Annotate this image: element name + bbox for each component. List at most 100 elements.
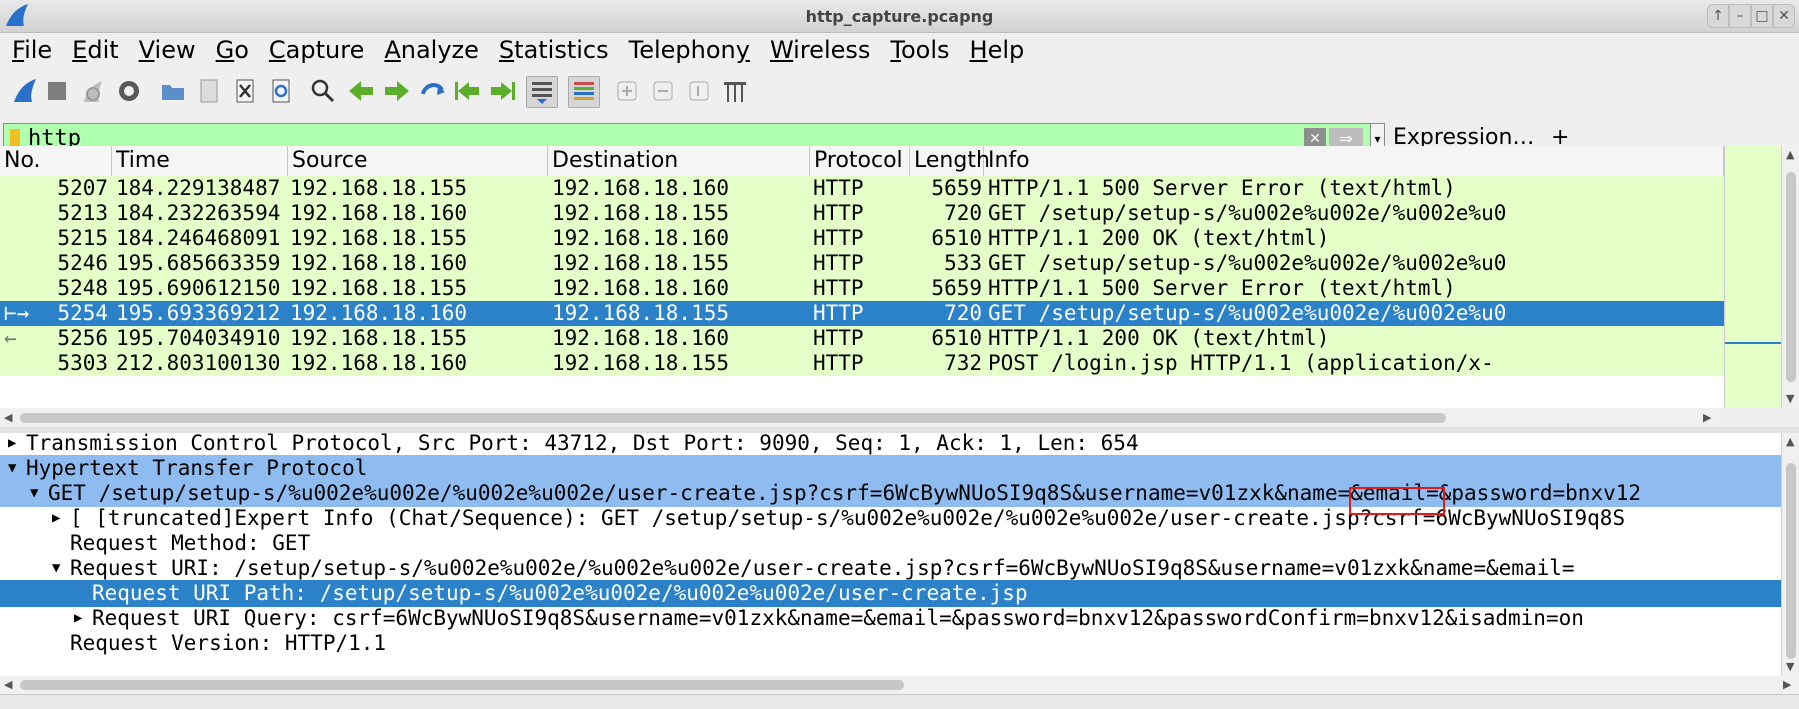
packet-row[interactable]: 5215 184.246468091 192.168.18.155 192.168.1… [0,226,1724,251]
go-back-arrow-icon[interactable] [346,76,376,106]
scroll-thumb[interactable] [1786,463,1796,659]
find-magnifier-icon[interactable] [308,76,338,106]
column-header-source[interactable]: Source [288,146,548,176]
packet-row[interactable]: 5248 195.690612150 192.168.18.155 192.168.1… [0,276,1724,301]
packet-cell-no: 5213 [57,201,108,225]
packet-cell-proto: HTTP [813,276,864,300]
detail-tree-item[interactable]: Request URI Path: /setup/setup-s/%u002e%… [0,580,1781,607]
column-header-time[interactable]: Time [112,146,288,176]
go-to-packet-icon[interactable] [418,76,448,106]
column-header-protocol[interactable]: Protocol [810,146,910,176]
window-close-icon[interactable]: ✕ [1773,4,1795,28]
column-header-destination[interactable]: Destination [548,146,810,176]
detail-tree-item[interactable]: ▶ Request URI Query: csrf=6WcBywNUoSI9q8S… [0,605,1781,632]
menu-analyze[interactable]: Analyze [372,32,487,68]
detail-tree-item[interactable]: ▼ GET /setup/setup-s/%u002e%u002e/%u002e%… [0,480,1781,507]
packet-details-tree: ▶ Transmission Control Protocol, Src Port… [0,433,1781,676]
scroll-thumb[interactable] [20,413,1446,423]
window-minimize-icon[interactable]: – [1729,4,1751,28]
menu-capture[interactable]: Capture [257,32,372,68]
reload-file-icon[interactable] [266,76,296,106]
packet-row[interactable]: 5207 184.229138487 192.168.18.155 192.168.1… [0,176,1724,201]
packet-cell-src: 192.168.18.160 [290,251,468,275]
zoom-out-icon[interactable] [648,76,678,106]
window-title: http_capture.pcapng [805,7,994,26]
scroll-left-icon[interactable]: ◀ [4,411,12,424]
scroll-left-icon[interactable]: ◀ [4,678,12,691]
packet-row[interactable]: 5246 195.685663359 192.168.18.160 192.168.1… [0,251,1724,276]
normal-size-icon[interactable] [684,76,714,106]
first-packet-icon[interactable] [452,76,482,106]
detail-tree-item[interactable]: ▼ Hypertext Transfer Protocol [0,455,1781,482]
save-file-icon[interactable] [194,76,224,106]
window-maximize-icon[interactable]: □ [1751,4,1773,28]
open-folder-icon[interactable] [158,76,188,106]
packet-cell-len: 720 [944,201,982,225]
detail-tree-item[interactable]: Request Version: HTTP/1.1 [0,630,1781,657]
packet-cell-time: 184.229138487 [116,176,281,200]
detail-tree-item[interactable]: ▶[ [truncated]Expert Info (Chat/Sequence… [0,505,1781,532]
window-shade-icon[interactable]: ↑ [1707,4,1729,28]
stop-square-icon[interactable] [42,76,72,106]
column-header-length[interactable]: Length [910,146,990,176]
packet-row[interactable]: ← 5256 195.704034910 192.168.18.155 192.168.… [0,326,1724,351]
expanded-chevron-icon[interactable]: ▼ [52,555,60,582]
scroll-up-icon[interactable]: ▲ [1786,148,1794,161]
menu-telephony[interactable]: Telephony [617,32,758,68]
packet-row[interactable]: 5213 184.232263594 192.168.18.160 192.168.1… [0,201,1724,226]
packet-list-horizontal-scrollbar[interactable]: ◀ ▶ [0,409,1719,427]
menu-edit[interactable]: Edit [60,32,126,68]
column-header-info[interactable]: Info [984,146,1724,176]
details-vertical-scrollbar[interactable]: ▲ ▼ [1781,433,1799,676]
last-packet-icon[interactable] [488,76,518,106]
collapsed-chevron-icon[interactable]: ▶ [52,505,60,532]
resize-columns-icon[interactable] [720,76,750,106]
menu-statistics[interactable]: Statistics [487,32,617,68]
menu-file[interactable]: File [0,32,60,68]
packet-cell-len: 6510 [931,326,982,350]
menu-go[interactable]: Go [204,32,257,68]
packet-minimap[interactable] [1724,146,1782,408]
scroll-up-icon[interactable]: ▲ [1786,435,1794,448]
packet-list-vertical-scrollbar[interactable]: ▲ ▼ [1781,146,1799,408]
menu-tools[interactable]: Tools [878,32,957,68]
go-forward-arrow-icon[interactable] [382,76,412,106]
restart-fin-icon[interactable] [78,76,108,106]
packet-cell-no: 5256 [57,326,108,350]
scroll-right-icon[interactable]: ▶ [1703,411,1711,424]
scroll-right-icon[interactable]: ▶ [1783,678,1791,691]
packet-cell-time: 195.693369212 [116,301,281,325]
close-file-icon[interactable] [230,76,260,106]
packet-cell-src: 192.168.18.160 [290,201,468,225]
username-highlight-box [1349,487,1445,515]
colorize-icon[interactable] [568,76,600,108]
menu-help[interactable]: Help [958,32,1033,68]
capture-options-gear-icon[interactable] [114,76,144,106]
collapsed-chevron-icon[interactable]: ▶ [74,605,82,632]
packet-cell-no: 5207 [57,176,108,200]
expanded-chevron-icon[interactable]: ▼ [30,480,38,507]
packet-cell-src: 192.168.18.155 [290,226,468,250]
auto-scroll-icon[interactable] [526,76,558,108]
expanded-chevron-icon[interactable]: ▼ [8,455,16,482]
column-header-no[interactable]: No. [0,146,112,176]
packet-cell-info: HTTP/1.1 200 OK (text/html) [988,226,1330,250]
scroll-down-icon[interactable]: ▼ [1786,392,1794,405]
filter-bookmark-icon[interactable] [10,129,20,147]
packet-cell-len: 720 [944,301,982,325]
packet-row[interactable]: ⊢→ 5254 195.693369212 192.168.18.160 192.168… [0,301,1724,326]
detail-tree-item[interactable]: Request Method: GET [0,530,1781,557]
scroll-thumb[interactable] [1786,172,1796,382]
menu-view[interactable]: View [127,32,204,68]
packet-cell-src: 192.168.18.160 [290,351,468,375]
scroll-down-icon[interactable]: ▼ [1786,660,1794,673]
shark-fin-start-icon[interactable] [10,76,40,106]
detail-tree-item[interactable]: ▼ Request URI: /setup/setup-s/%u002e%u002… [0,555,1781,582]
details-horizontal-scrollbar[interactable]: ◀ ▶ [0,676,1799,694]
zoom-in-icon[interactable] [612,76,642,106]
collapsed-chevron-icon[interactable]: ▶ [8,433,16,457]
menu-wireless[interactable]: Wireless [758,32,878,68]
packet-row[interactable]: 5303 212.803100130 192.168.18.160 192.168.1… [0,351,1724,376]
detail-tree-item[interactable]: ▶ Transmission Control Protocol, Src Port… [0,433,1781,457]
scroll-thumb[interactable] [20,680,904,690]
